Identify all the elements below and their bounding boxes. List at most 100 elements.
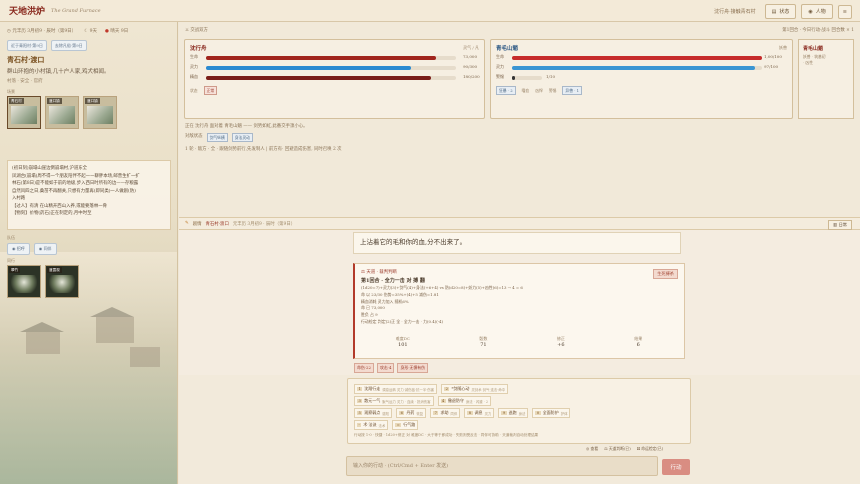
- judgement-badge: 生死搏杀: [653, 269, 678, 279]
- house-shape: [96, 317, 134, 343]
- stat-cell: 结果 6: [634, 336, 643, 348]
- enemy-side-name: 青毛山魈: [803, 46, 824, 52]
- moon-icon: ☾: [84, 29, 89, 34]
- view-toggle[interactable]: ◎ 查看: [586, 446, 598, 452]
- log-line: 自然风四之日,桑苗不再翻关,只想有力量再(即同类)一人做剧(防): [12, 188, 136, 194]
- scene-image: [11, 106, 37, 124]
- companion-button[interactable]: ◉ 同伴: [33, 243, 57, 255]
- story-time: 元丰历 3月初9 · 辰时（第9日）: [232, 222, 296, 227]
- combat-round-info: 第1回合 · 今日行动·战斗 回合数 × 1: [782, 28, 854, 33]
- scene-thumbnails: 青石村 渡口镇 渡口镇: [7, 96, 117, 129]
- time-readout: ◷ 元丰历 3月初9 · 辰时（第9日）: [7, 29, 77, 34]
- companion-actions: ◉ 招呼 ◉ 同伴: [7, 243, 57, 255]
- left-panel: ◷ 元丰历 3月初9 · 辰时（第9日） ☾ 9天 ● 晴天 9日 近于青阳村·…: [0, 22, 178, 484]
- day-count: ☾ 9天: [84, 29, 98, 34]
- location-title: 青石村·渡口: [7, 55, 45, 64]
- action-option[interactable]: 3 散元一气 聚气运力 灵力 · 连续 · 抵消伤害: [354, 396, 434, 406]
- send-button[interactable]: 行动: [662, 459, 690, 475]
- status-tag: 正常: [203, 86, 218, 95]
- effect-chips: 命伤·22 攻击·4 身形·无惧有伤: [354, 363, 429, 373]
- action-row: 1 沈翔行走 调息运转 灵力·减伤敌·抗一半·伤害 2 *剑随心动 灵剑术 剑气·连击·…: [354, 384, 509, 394]
- effect-chip: 命伤·22: [354, 363, 374, 373]
- status-tag: 嗜血: [521, 87, 530, 93]
- judgement-header: ⚖ 天道 · 裁判判断: [361, 270, 397, 275]
- menu-button[interactable]: ≡: [837, 4, 852, 19]
- action-option[interactable]: 4 撤退防守 身法 · 闪避 · 2: [437, 396, 492, 406]
- bar-fill: [206, 76, 431, 80]
- action-hint: 行动按 1-0 · 快捷 · 1d20+修正 对 难度DC · 大于等于即成功 …: [354, 433, 539, 437]
- book-icon: ▥: [833, 222, 838, 227]
- enemy-hp-bar: 生命 1,00/100: [496, 54, 782, 60]
- character-button[interactable]: ◉ 人物: [801, 4, 833, 19]
- app-subtitle: The Grand Furnace: [51, 7, 101, 14]
- status-chip[interactable]: 近于青阳村·第9日: [7, 40, 47, 51]
- party-image: [49, 275, 75, 293]
- status-button[interactable]: ▤ 状态: [764, 4, 797, 19]
- action-option[interactable]: 6 丹药 恢复: [396, 408, 427, 418]
- action-option[interactable]: 1 沈翔行走 调息运转 灵力·减伤敌·抗一半·伤害: [354, 384, 438, 394]
- scroll-icon: ▤: [771, 8, 777, 15]
- player-blood-bar: 精血 180/200: [190, 74, 480, 80]
- enemy-card: 青毛山魈 妖兽 生命 1,00/100 灵力 97/100 警惕 1/10 狂暴…: [490, 39, 793, 119]
- action-input[interactable]: 输入你的行动 · (Ctrl/Cmd + Enter 发送): [346, 456, 658, 476]
- scale-icon: ⚖: [361, 270, 365, 275]
- stat-cell: 骰数 71: [479, 336, 488, 348]
- judgement-stats: 难度DC 101 骰数 71 修正 +6 结果 6: [361, 336, 677, 348]
- enemy-mp-bar: 灵力 97/100: [496, 64, 779, 70]
- action-option[interactable]: 0 全面防护 护体: [532, 408, 571, 418]
- house-shape: [26, 332, 60, 354]
- enemy-name: 青毛山魈: [496, 46, 519, 52]
- action-row: - 术·法诀 法术 = 行气路: [354, 420, 419, 430]
- action-option[interactable]: 2 *剑随心动 灵剑术 剑气·连击·命中: [441, 384, 509, 394]
- top-bar: 天地洪炉 The Grand Furnace 沈行舟·接触青石村 ▤ 状态 ◉ …: [0, 0, 860, 22]
- stat-cell: 修正 +6: [556, 336, 565, 348]
- action-option[interactable]: 9 逃跑 身法: [498, 408, 529, 418]
- action-option[interactable]: 5 观察弱点 感知: [354, 408, 393, 418]
- people-icon: ◉: [38, 246, 43, 251]
- log-line: 入村路: [12, 196, 26, 201]
- combat-turn-summary: 1 轮 · 敌方 · 全 · 跟随剑势前行,先发制人 | 前方有· 回避造成伤害…: [185, 147, 342, 152]
- action-option[interactable]: 7 求助 同伴: [430, 408, 461, 418]
- top-actions: 沈行舟·接触青石村 ▤ 状态 ◉ 人物 ≡: [714, 4, 852, 19]
- scene-thumb[interactable]: 渡口镇: [45, 96, 79, 129]
- story-area: 上沾着它的毛和你的血,分不出来了。 ⚖ 天道 · 裁判判断 第1回合 · 全力一…: [179, 230, 860, 375]
- state-tag: 剑气纵横: [206, 133, 228, 142]
- log-line: 凤湖台(崩塌)周不得一个朋友陪伴不起一一聊胖本场,邮营生扩一扩: [12, 173, 140, 179]
- menu-icon: ≡: [842, 8, 847, 15]
- fate-toggle[interactable]: ⚄ 命运检定(已): [637, 446, 663, 452]
- party-image: [11, 275, 37, 293]
- greet-button[interactable]: ◉ 招呼: [7, 243, 30, 255]
- event-log: (初日刻)崩塌山崖边倒崩塌村,沪道东全 凤湖台(崩塌)周不得一个朋友陪伴不起一一…: [7, 160, 171, 230]
- state-tag: 身法灵动: [231, 133, 253, 142]
- effect-chip: 攻击·4: [376, 363, 395, 373]
- status-tag: 异兽 · 1: [562, 86, 583, 95]
- action-option[interactable]: 8 调息 灵力: [464, 408, 495, 418]
- enemy-status: 狂暴 · 2 嗜血 凶悍 警惕 异兽 · 1: [496, 86, 583, 95]
- enemy-side-card[interactable]: 青毛山魈 妖兽 · 筑基初 · 凶性: [798, 39, 854, 119]
- party-thumb[interactable]: 渡霞观: [45, 265, 79, 298]
- enemy-alert-bar: 警惕 1/10: [496, 74, 555, 80]
- daily-button[interactable]: ▥ 日常: [828, 220, 852, 230]
- player-hp-bar: 生命 73,000: [190, 54, 477, 60]
- player-name: 沈行舟: [190, 46, 207, 52]
- party-thumb[interactable]: 翠竹: [7, 265, 41, 298]
- scene-thumb[interactable]: 渡口镇: [83, 96, 117, 129]
- action-option[interactable]: = 行气路: [392, 420, 419, 430]
- action-row: 5 观察弱点 感知 6 丹药 恢复 7 求助 同伴 8 调息 灵力 9 逃跑 身法 0 全面防护 护体: [354, 408, 571, 418]
- judgement-detail: (1d20=7)+灵力(3)+剑气(4)+身法(+6+4) vs 防(d20=8…: [361, 285, 523, 324]
- scene-thumb[interactable]: 青石村: [7, 96, 41, 129]
- story-text: 上沾着它的毛和你的血,分不出来了。: [353, 232, 681, 254]
- combat-state-row: 对敌状态 剑气纵横 身法灵动: [185, 133, 253, 142]
- judgement-toggle[interactable]: ⚖ 天道判断(已): [604, 446, 631, 452]
- player-mp-bar: 灵力 90/300: [190, 64, 478, 70]
- combat-panel: ⚔ 交战双方 第1回合 · 今日行动·战斗 回合数 × 1 沈行舟 灵气 / 凡…: [179, 22, 860, 217]
- log-line: 【过人】有清 在山精开西山入养,或能要落林一骨: [12, 203, 107, 209]
- dice-icon: ⚄: [636, 446, 641, 451]
- action-option[interactable]: - 术·法诀 法术: [354, 420, 389, 430]
- stat-cell: 难度DC 101: [395, 336, 410, 348]
- person-icon: ◉: [808, 8, 813, 15]
- scale-icon: ⚖: [604, 446, 608, 451]
- player-tag: 灵气 / 凡: [463, 45, 479, 50]
- status-chip[interactable]: 去除凡俗·第9日: [50, 40, 87, 51]
- log-line: 林石(第8日)是不能如于前的地级,步入西日时所有的边——存粮露: [12, 181, 139, 186]
